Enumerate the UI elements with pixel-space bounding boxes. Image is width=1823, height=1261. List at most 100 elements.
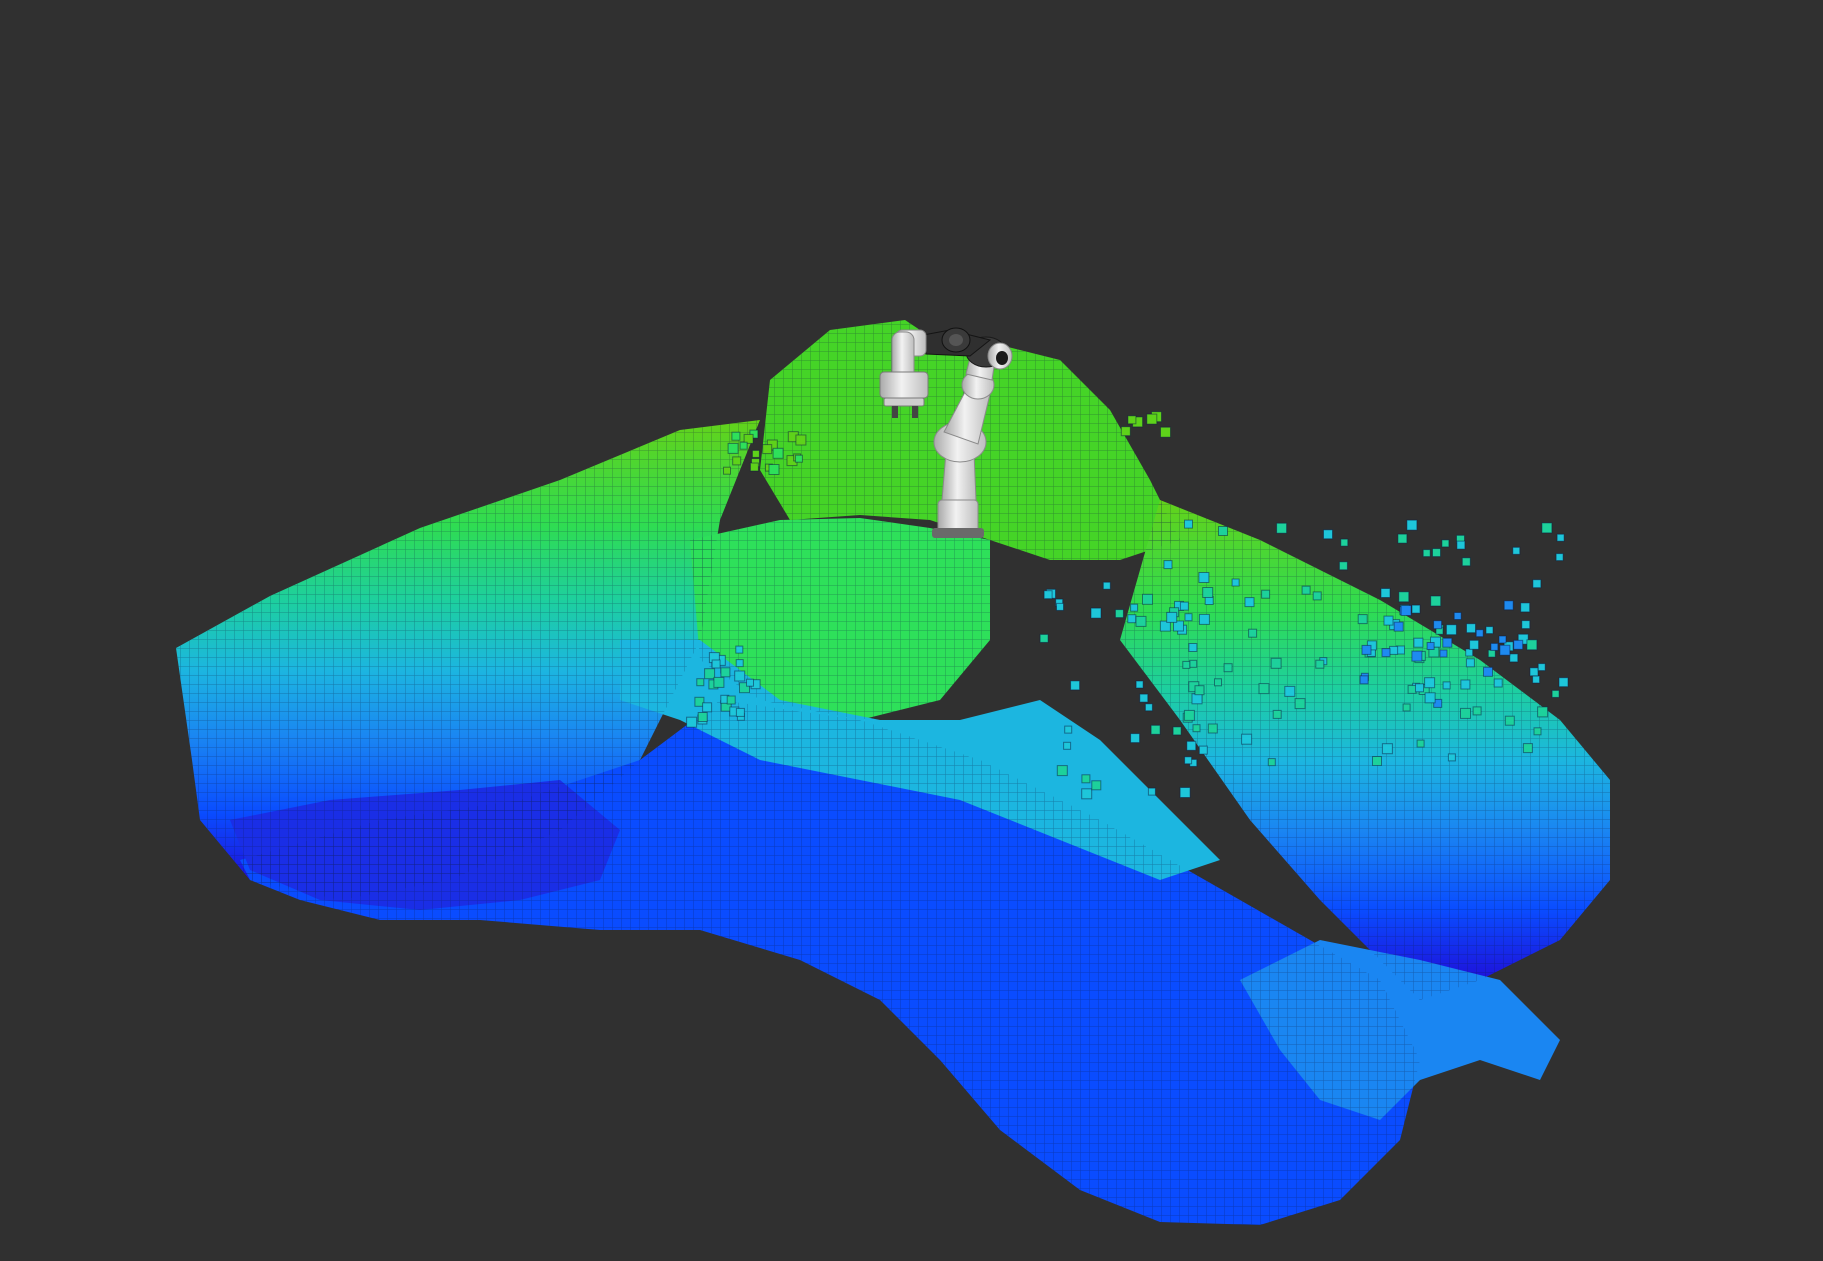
- voxel-cloud: [176, 320, 1610, 1225]
- voxel: [1424, 692, 1436, 704]
- voxel: [1223, 663, 1233, 673]
- voxel: [1357, 614, 1368, 625]
- voxel: [1485, 626, 1494, 635]
- voxel: [1406, 519, 1418, 531]
- voxel: [1135, 615, 1147, 627]
- voxel: [1381, 648, 1391, 658]
- voxel: [1056, 765, 1068, 777]
- voxel: [1503, 600, 1514, 611]
- voxel: [1150, 724, 1161, 735]
- voxel: [1372, 756, 1382, 766]
- voxel: [1214, 678, 1222, 687]
- voxel: [1445, 624, 1457, 636]
- voxel: [1130, 603, 1139, 612]
- voxel: [1402, 703, 1411, 712]
- voxel: [1359, 675, 1369, 685]
- voxel: [1533, 727, 1542, 736]
- voxel: [1407, 684, 1417, 694]
- voxel: [1393, 621, 1404, 632]
- voxel: [1192, 724, 1201, 733]
- voxel: [1475, 629, 1484, 638]
- voxel: [1207, 723, 1218, 734]
- voxel: [1272, 709, 1282, 719]
- voxel: [1315, 659, 1325, 669]
- voxel: [1442, 681, 1451, 690]
- voxel: [731, 431, 741, 441]
- voxel: [1433, 620, 1443, 630]
- voxel: [1184, 756, 1193, 765]
- voxel: [1186, 740, 1197, 751]
- voxel: [1146, 413, 1158, 425]
- voxel: [739, 441, 748, 450]
- voxel: [1397, 533, 1408, 544]
- voxel: [1188, 643, 1198, 652]
- voxel: [1090, 607, 1102, 619]
- voxel: [1276, 522, 1288, 534]
- voxel: [1499, 644, 1511, 656]
- voxel: [1267, 758, 1276, 767]
- voxel: [1120, 426, 1131, 437]
- voxel: [686, 716, 698, 728]
- voxel-scene[interactable]: [0, 0, 1823, 1261]
- voxel: [1460, 679, 1471, 690]
- voxel: [711, 659, 721, 669]
- voxel: [1147, 787, 1156, 796]
- voxel: [1139, 693, 1149, 703]
- voxel: [751, 449, 760, 458]
- voxel: [726, 695, 736, 705]
- voxel: [1189, 659, 1198, 668]
- 3d-viewport[interactable]: [0, 0, 1823, 1261]
- voxel: [1248, 628, 1258, 638]
- voxel: [1135, 680, 1144, 689]
- voxel: [1432, 548, 1441, 558]
- voxel: [1389, 645, 1399, 655]
- voxel: [1498, 635, 1507, 644]
- voxel: [1456, 540, 1466, 550]
- voxel: [1323, 529, 1333, 540]
- voxel: [704, 668, 716, 680]
- voxel: [1064, 725, 1073, 734]
- voxel: [1198, 745, 1208, 755]
- voxel: [1183, 709, 1195, 721]
- voxel: [1556, 533, 1565, 542]
- voxel: [772, 447, 784, 459]
- voxel: [1380, 588, 1391, 598]
- voxel: [1424, 677, 1436, 689]
- voxel: [1241, 733, 1253, 745]
- voxel: [1493, 678, 1503, 688]
- voxel: [1487, 649, 1496, 658]
- voxel: [1179, 787, 1191, 798]
- voxel: [1411, 604, 1421, 614]
- voxel: [1447, 753, 1456, 762]
- voxel: [1426, 642, 1435, 650]
- voxel: [1184, 519, 1193, 529]
- voxel: [1422, 549, 1431, 558]
- voxel: [1218, 526, 1228, 536]
- voxel: [1532, 579, 1542, 589]
- voxel: [1127, 415, 1137, 425]
- voxel: [1472, 706, 1482, 716]
- voxel: [1039, 633, 1049, 643]
- voxel: [735, 645, 744, 654]
- voxel: [1166, 611, 1178, 623]
- voxel: [1509, 653, 1519, 663]
- voxel: [1261, 589, 1271, 599]
- voxel: [1063, 741, 1072, 750]
- voxel: [794, 454, 803, 463]
- voxel: [1081, 774, 1091, 784]
- voxel: [1521, 620, 1531, 630]
- voxel: [1160, 426, 1171, 438]
- voxel: [1465, 658, 1475, 668]
- voxel: [1258, 683, 1270, 695]
- voxel: [1466, 623, 1476, 634]
- voxel: [1529, 667, 1539, 677]
- voxel: [696, 678, 705, 687]
- voxel: [1231, 578, 1240, 587]
- voxel: [1411, 650, 1423, 662]
- voxel: [1415, 683, 1424, 693]
- voxel: [746, 678, 754, 687]
- voxel: [1483, 666, 1493, 677]
- voxel: [1537, 706, 1549, 718]
- voxel: [1056, 602, 1064, 611]
- voxel: [1513, 639, 1524, 650]
